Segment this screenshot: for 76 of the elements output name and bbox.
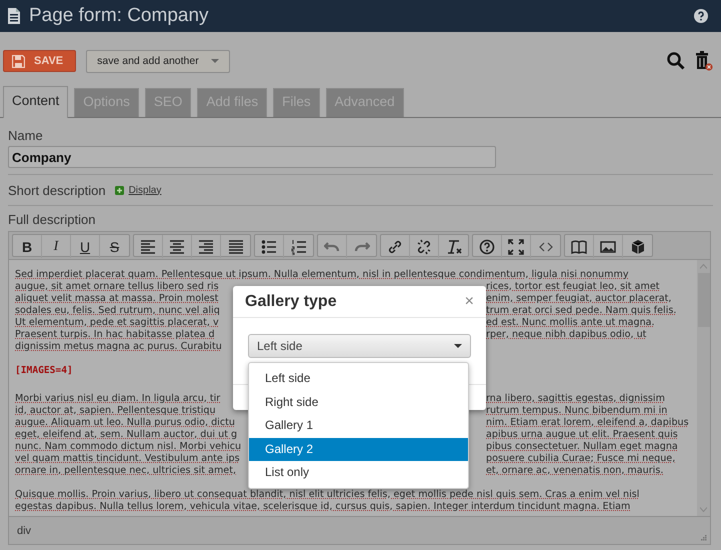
dialog-title: Gallery type bbox=[245, 292, 337, 310]
scrollbar-thumb[interactable] bbox=[698, 273, 710, 327]
resize-grip-icon bbox=[701, 535, 707, 541]
link-icon bbox=[387, 238, 403, 254]
justify-icon bbox=[228, 238, 244, 254]
dropdown-option[interactable]: List only bbox=[249, 461, 468, 484]
text-line: et, ornare ac, venenatis non, mauris. bbox=[486, 465, 664, 477]
cube-icon bbox=[630, 238, 646, 254]
field-label: Name bbox=[8, 128, 44, 143]
scrollbar[interactable] bbox=[697, 260, 710, 516]
display-link[interactable]: Display bbox=[128, 184, 162, 196]
help-icon bbox=[479, 238, 495, 254]
italic-button[interactable]: I bbox=[42, 235, 71, 258]
text-line: rutrum tempus. Nunc bibendum mi in bbox=[486, 405, 668, 417]
text-line: vel quam mattis tincidunt. Vestibulum ante ips bbox=[15, 453, 240, 465]
trash-icon[interactable] bbox=[695, 51, 713, 71]
numbered-list-icon bbox=[290, 238, 306, 254]
text-line: ed est. Nunc mollis ante ut magna. bbox=[486, 317, 655, 329]
text-line: rper, neque nibh dapibus odio, ut bbox=[486, 329, 646, 341]
close-button[interactable]: × bbox=[464, 292, 474, 310]
text-line: augue, sit amet ornare tellus libero sed ris bbox=[15, 281, 219, 293]
caret-icon bbox=[210, 58, 219, 64]
dropdown-option[interactable]: Right side bbox=[249, 390, 468, 414]
placeholder-tag: [IMAGES=4] bbox=[15, 365, 73, 377]
name-field[interactable]: Company bbox=[8, 146, 496, 168]
help-icon[interactable] bbox=[694, 9, 708, 23]
plus-icon bbox=[114, 186, 124, 194]
align-center-icon bbox=[169, 238, 185, 254]
document-icon bbox=[7, 7, 21, 25]
text-line: rna libero, sagittis egestas, dignissim bbox=[486, 393, 665, 405]
text-line: Ut elementum, pede et sagittis placerat, v bbox=[15, 317, 219, 329]
image-icon bbox=[600, 238, 616, 254]
field-label: Full description bbox=[8, 212, 96, 227]
book-icon bbox=[571, 238, 587, 254]
align-right-icon bbox=[198, 238, 214, 254]
text-line: apibus urna augue ut elit. Praesent quis bbox=[486, 429, 678, 441]
align-left-icon bbox=[140, 238, 156, 254]
unlink-icon bbox=[416, 238, 432, 254]
text-line: aliquet velit massa at massa. Proin molest bbox=[15, 293, 218, 305]
text-line: enim, semper feugiat, auctor placerat, bbox=[486, 293, 672, 305]
text-line: augue. Aliquam ut leo. Nulla purus odio, dictu bbox=[15, 417, 235, 429]
dropdown-option[interactable]: Gallery 1 bbox=[249, 414, 468, 438]
text-line: Quisque mollis. Proin varius, libero ut consequat blandit, nisl elit ultricies felis, eget mollis pede nisl quis sem. Cras a enim vel nisl bbox=[15, 489, 640, 501]
text-line: dignissim metus magna ac purus. Curabitu bbox=[15, 341, 222, 353]
text-line: nim. Etiam erat lorem, eleifend a, dapibus bbox=[486, 417, 689, 429]
text-line: sodales eu, felis. Sed rutrum, nunc vel aliq bbox=[15, 305, 220, 317]
text-line: ornare in, pellentesque nec, ultricies sit amet, bbox=[15, 465, 236, 477]
clear-formatting-icon bbox=[446, 238, 462, 254]
text-line: Praesent turpis. In hac habitasse platea d bbox=[15, 329, 215, 341]
page-title: Page form: Company bbox=[29, 5, 209, 27]
tab[interactable]: Content bbox=[3, 86, 68, 118]
save-and-add-another-button[interactable]: save and add another bbox=[86, 50, 230, 72]
text-line: rices, tortor est feugiat leo, sit amet bbox=[486, 281, 660, 293]
scroll-down-icon bbox=[700, 507, 707, 512]
maximize-icon bbox=[508, 238, 524, 254]
text-line: Sed imperdiet placerat quam. Pellentesque ut ipsum. Nulla elementum, nisl in pellentesque condimentum, ligula nisi nonummy bbox=[15, 269, 629, 281]
search-icon[interactable] bbox=[667, 52, 685, 70]
scroll-up-icon bbox=[700, 264, 707, 269]
dropdown-option[interactable]: Left side bbox=[249, 367, 468, 390]
text-line: trum erat orci sed pede. Nam quis felis. bbox=[486, 305, 676, 317]
bulleted-list-icon bbox=[261, 238, 277, 254]
text-line: egestas dapibus. Nulla tellus lorem, vehicula vitae, scelerisque id, cursus quis, sapien. Integer interdum tincidunt magna. Etiam bbox=[15, 501, 630, 513]
text-line: nunc. Nam commodo dictum nisl. Morbi vehicu bbox=[15, 441, 242, 453]
text-line: posuere cubilia Curae; Fusce mi neque, bbox=[486, 453, 676, 465]
text-line: pibus consectetuer. Nullam eget magna bbox=[486, 441, 678, 453]
caret-icon bbox=[454, 344, 462, 348]
underline-button[interactable]: U bbox=[71, 235, 100, 258]
text-line: Morbi varius nisl eu diam. In ligula arcu, tir bbox=[15, 393, 220, 405]
field-label: Short description bbox=[8, 182, 106, 198]
element-path: div bbox=[17, 524, 32, 536]
bold-button[interactable]: B bbox=[13, 235, 42, 258]
dropdown-option[interactable]: Gallery 2 bbox=[249, 438, 468, 461]
strike-button[interactable]: S bbox=[100, 235, 129, 258]
text-line: id, auctor at, sapien. Pellentesque tristiqu bbox=[15, 405, 216, 417]
text-line: eget, eleifend at, sem. Nullam auctor, dui ut g bbox=[15, 429, 238, 441]
gallery-type-select[interactable]: Left side bbox=[248, 334, 471, 358]
